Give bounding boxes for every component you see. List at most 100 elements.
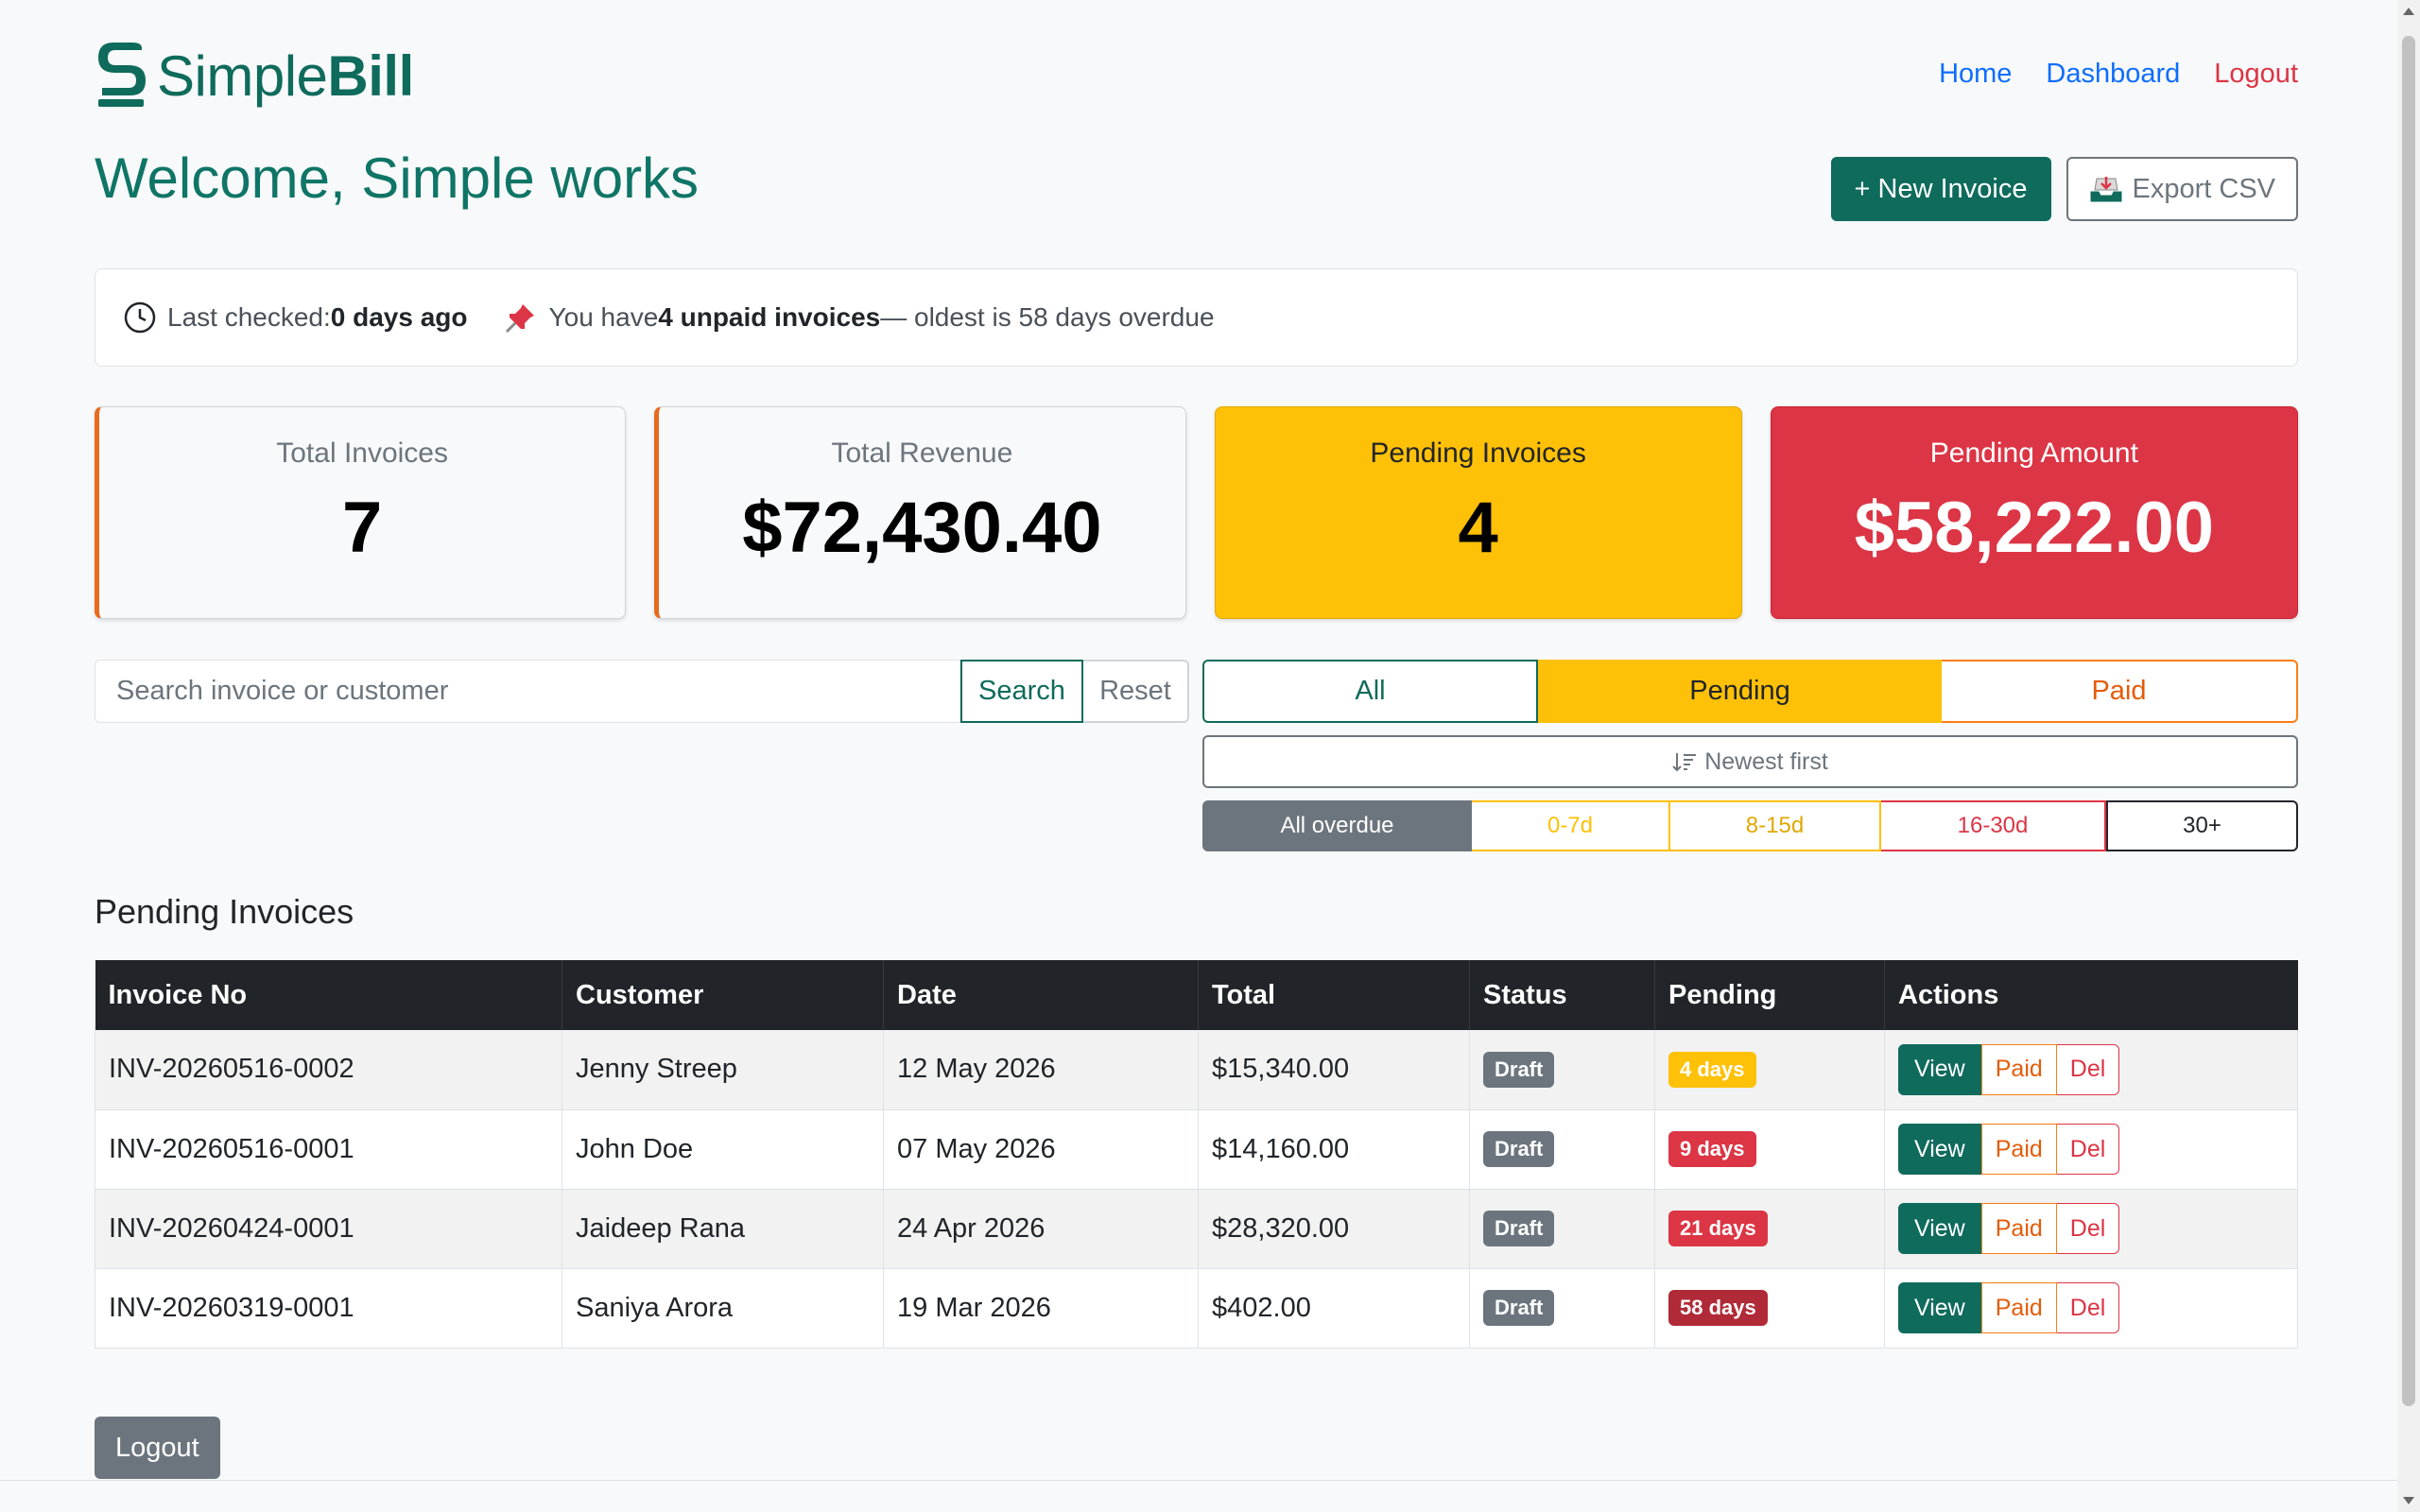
card-value: 4 <box>1458 488 1498 568</box>
card-label: Total Invoices <box>276 438 448 469</box>
pending-badge: 58 days <box>1668 1290 1768 1326</box>
delete-button[interactable]: Del <box>2056 1282 2120 1333</box>
col-pending: Pending <box>1654 960 1885 1030</box>
actions-cell: View Paid Del <box>1884 1030 2298 1109</box>
header-actions: + New Invoice Export CSV <box>1830 157 2298 221</box>
card-value: $72,430.40 <box>742 488 1102 568</box>
stat-cards: Total Invoices 7 Total Revenue $72,430.4… <box>95 406 2298 619</box>
nav-dashboard[interactable]: Dashboard <box>2046 59 2180 90</box>
pending-cell: 9 days <box>1654 1109 1885 1189</box>
actions-cell: View Paid Del <box>1884 1189 2298 1268</box>
download-tray-icon <box>2090 177 2121 202</box>
unpaid-count: 4 unpaid invoices <box>658 302 881 332</box>
new-invoice-button[interactable]: + New Invoice <box>1830 157 2051 221</box>
card-label: Pending Amount <box>1929 438 2138 469</box>
status-cell: Draft <box>1469 1030 1655 1109</box>
nav-home[interactable]: Home <box>1939 59 2012 90</box>
status-cell: Draft <box>1469 1109 1655 1189</box>
table-row: INV-20260516-0002 Jenny Streep 12 May 20… <box>95 1030 2298 1109</box>
date: 07 May 2026 <box>883 1109 1199 1189</box>
search-input[interactable] <box>95 660 960 723</box>
last-checked-label: Last checked: <box>167 302 331 332</box>
pending-invoices-card: Pending Invoices 4 <box>1214 406 1742 619</box>
pending-cell: 21 days <box>1654 1189 1885 1268</box>
mark-paid-button[interactable]: Paid <box>1980 1282 2057 1333</box>
search-group: Search Reset <box>95 660 1189 723</box>
date: 12 May 2026 <box>883 1030 1199 1109</box>
scroll-up-arrow-icon[interactable] <box>2403 8 2414 15</box>
invoice-no: INV-20260516-0001 <box>95 1109 562 1189</box>
status-filter: All Pending Paid <box>1202 660 2298 723</box>
filter-all[interactable]: All <box>1202 660 1538 723</box>
filter-paid[interactable]: Paid <box>1942 660 2298 723</box>
sort-button[interactable]: Newest first <box>1202 735 2298 788</box>
view-button[interactable]: View <box>1898 1282 1981 1333</box>
logout-button[interactable]: Logout <box>95 1417 220 1479</box>
pushpin-icon <box>505 304 534 334</box>
invoice-no: INV-20260516-0002 <box>95 1030 562 1109</box>
invoices-table: Invoice No Customer Date Total Status Pe… <box>95 960 2298 1349</box>
col-invoice-no: Invoice No <box>95 960 562 1030</box>
nav-logout[interactable]: Logout <box>2214 59 2298 90</box>
view-button[interactable]: View <box>1898 1124 1981 1175</box>
page-title: Welcome, Simple works <box>95 146 700 210</box>
age-filter-8-15d[interactable]: 8-15d <box>1670 800 1881 851</box>
table-row: INV-20260516-0001 John Doe 07 May 2026 $… <box>95 1109 2298 1189</box>
logo-icon <box>98 43 146 107</box>
pending-cell: 58 days <box>1654 1268 1885 1348</box>
age-filter-16-30d[interactable]: 16-30d <box>1881 800 2106 851</box>
pending-amount-card: Pending Amount $58,222.00 <box>1770 406 2298 619</box>
pending-badge: 9 days <box>1668 1131 1756 1167</box>
total-invoices-card: Total Invoices 7 <box>95 406 627 619</box>
invoice-no: INV-20260424-0001 <box>95 1189 562 1268</box>
age-filter-30-plus[interactable]: 30+ <box>2106 800 2298 851</box>
view-button[interactable]: View <box>1898 1043 1981 1095</box>
export-csv-button[interactable]: Export CSV <box>2066 157 2298 221</box>
status-badge: Draft <box>1483 1051 1555 1088</box>
status-cell: Draft <box>1469 1268 1655 1348</box>
pending-cell: 4 days <box>1654 1030 1885 1109</box>
age-filter-all[interactable]: All overdue <box>1202 800 1472 851</box>
age-filter-0-7d[interactable]: 0-7d <box>1472 800 1670 851</box>
invoice-no: INV-20260319-0001 <box>95 1268 562 1348</box>
divider <box>0 1480 2397 1481</box>
customer: Jenny Streep <box>562 1030 884 1109</box>
export-csv-label: Export CSV <box>2132 173 2276 204</box>
sort-label: Newest first <box>1704 747 1828 775</box>
pending-badge: 4 days <box>1668 1051 1756 1088</box>
logo[interactable]: SimpleBill <box>95 40 414 112</box>
clock-icon <box>124 301 156 334</box>
col-date: Date <box>883 960 1199 1030</box>
col-actions: Actions <box>1898 979 1999 1010</box>
logo-text: SimpleBill <box>157 43 414 108</box>
mark-paid-button[interactable]: Paid <box>1980 1043 2057 1095</box>
mark-paid-button[interactable]: Paid <box>1980 1203 2057 1254</box>
search-button[interactable]: Search <box>960 660 1083 723</box>
status-badge: Draft <box>1483 1131 1555 1167</box>
reset-button[interactable]: Reset <box>1083 660 1189 723</box>
actions-cell: View Paid Del <box>1884 1109 2298 1189</box>
mark-paid-button[interactable]: Paid <box>1980 1124 2057 1175</box>
delete-button[interactable]: Del <box>2056 1203 2120 1254</box>
sort-icon <box>1672 753 1697 772</box>
status-badge: Draft <box>1483 1211 1555 1246</box>
filter-pending[interactable]: Pending <box>1538 660 1942 723</box>
delete-button[interactable]: Del <box>2056 1124 2120 1175</box>
delete-button[interactable]: Del <box>2056 1043 2120 1095</box>
scroll-thumb[interactable] <box>2402 36 2415 1406</box>
unpaid-prefix: You have <box>548 302 659 332</box>
card-label: Total Revenue <box>831 438 1013 469</box>
col-customer: Customer <box>562 960 884 1030</box>
total: $15,340.00 <box>1198 1030 1470 1109</box>
vertical-scrollbar[interactable] <box>2397 0 2420 1512</box>
topbar: SimpleBill Home Dashboard Logout <box>95 36 2298 113</box>
total: $28,320.00 <box>1198 1189 1470 1268</box>
total: $402.00 <box>1198 1268 1470 1348</box>
total-revenue-card: Total Revenue $72,430.40 <box>654 406 1186 619</box>
date: 19 Mar 2026 <box>883 1268 1199 1348</box>
col-total: Total <box>1198 960 1470 1030</box>
scroll-down-arrow-icon[interactable] <box>2403 1497 2414 1504</box>
view-button[interactable]: View <box>1898 1203 1981 1254</box>
customer: Jaideep Rana <box>562 1189 884 1268</box>
customer: John Doe <box>562 1109 884 1189</box>
